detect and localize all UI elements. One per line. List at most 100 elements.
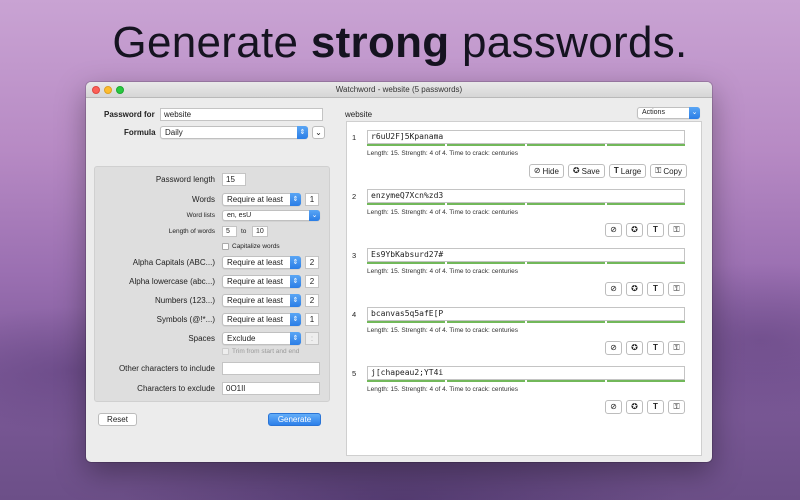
strength-text: Length: 15. Strength: 4 of 4. Time to cr… xyxy=(367,268,519,275)
key-copy-icon: ⚿ xyxy=(655,166,662,175)
symbols-select[interactable]: Require at least ⇕ xyxy=(222,313,301,326)
alpha-capitals-value: Require at least xyxy=(227,258,284,267)
word-lists-select[interactable]: en, esU ⌄ xyxy=(222,210,320,221)
save-button[interactable]: ✪ xyxy=(626,282,643,296)
chevron-updown-icon: ⇕ xyxy=(290,275,301,288)
hide-button[interactable]: ⊘ Hide xyxy=(528,164,564,178)
copy-button[interactable]: ⚿ xyxy=(668,223,685,237)
gear-badge-icon: ✪ xyxy=(572,166,580,175)
capitalize-words-label: Capitalize words xyxy=(232,243,280,250)
word-lists-label: Word lists xyxy=(186,212,215,219)
alpha-capitals-stepper[interactable]: 2 xyxy=(305,256,319,269)
window-controls xyxy=(92,86,124,94)
copy-button[interactable]: ⚿ xyxy=(668,341,685,355)
chevron-updown-icon: ⇕ xyxy=(290,294,301,307)
alpha-lowercase-label: Alpha lowercase (abc...) xyxy=(129,277,215,286)
save-button[interactable]: ✪ xyxy=(626,223,643,237)
hide-button[interactable]: ⊘ xyxy=(605,223,622,237)
large-button[interactable]: T xyxy=(647,341,664,355)
hide-button[interactable]: ⊘ xyxy=(605,400,622,414)
password-field[interactable]: bcanvas5q5afE[P xyxy=(367,307,685,321)
spaces-label: Spaces xyxy=(188,334,215,343)
password-field[interactable]: enzymeQ7Xcn%zd3 xyxy=(367,189,685,203)
words-count-stepper[interactable]: 1 xyxy=(305,193,319,206)
chevron-down-icon: ⌄ xyxy=(315,128,322,137)
password-for-input[interactable]: website xyxy=(160,108,323,121)
eye-slash-icon: ⊘ xyxy=(533,166,541,175)
actions-menu[interactable]: Actions ⌄ xyxy=(637,107,700,119)
formula-menu-button[interactable]: ⌄ xyxy=(312,126,325,139)
entry-actions: ⊘ ✪ T ⚿ xyxy=(605,400,685,414)
gear-badge-icon: ✪ xyxy=(631,402,638,411)
chevron-down-icon: ⌄ xyxy=(689,107,700,119)
password-field[interactable]: Es9YbKabsurd27# xyxy=(367,248,685,262)
formula-select[interactable]: Daily ⇕ xyxy=(160,126,308,139)
numbers-stepper[interactable]: 2 xyxy=(305,294,319,307)
hide-button[interactable]: ⊘ xyxy=(605,282,622,296)
password-length-input[interactable]: 15 xyxy=(222,173,246,186)
large-button[interactable]: T xyxy=(647,282,664,296)
password-entry: 2 enzymeQ7Xcn%zd3 Length: 15. Strength: … xyxy=(347,189,703,239)
save-button[interactable]: ✪ xyxy=(626,341,643,355)
alpha-lowercase-stepper[interactable]: 2 xyxy=(305,275,319,288)
save-button[interactable]: ✪ xyxy=(626,400,643,414)
words-mode-select[interactable]: Require at least ⇕ xyxy=(222,193,301,206)
entry-actions: ⊘ Hide ✪ Save T Large ⚿ Copy xyxy=(528,164,687,178)
minimize-window-button[interactable] xyxy=(104,86,112,94)
password-field[interactable]: j[chapeau2;YT4i xyxy=(367,366,685,380)
large-button[interactable]: T xyxy=(647,400,664,414)
strength-meter xyxy=(367,203,685,205)
generate-button[interactable]: Generate xyxy=(268,413,321,426)
symbols-value: Require at least xyxy=(227,315,284,324)
large-button[interactable]: T Large xyxy=(608,164,647,178)
entry-number: 4 xyxy=(352,310,357,319)
key-copy-icon: ⚿ xyxy=(673,343,680,352)
spaces-select[interactable]: Exclude ⇕ xyxy=(222,332,301,345)
alpha-lowercase-select[interactable]: Require at least ⇕ xyxy=(222,275,301,288)
app-window: Watchword - website (5 passwords) Passwo… xyxy=(86,82,712,462)
numbers-value: Require at least xyxy=(227,296,284,305)
words-label: Words xyxy=(192,195,215,204)
word-length-min-input[interactable]: 5 xyxy=(222,226,237,237)
hide-button-label: Hide xyxy=(542,166,559,176)
text-large-icon: T xyxy=(653,225,658,234)
reset-button[interactable]: Reset xyxy=(98,413,137,426)
password-field[interactable]: r6uU2F]5Kpanama xyxy=(367,130,685,144)
spaces-value: Exclude xyxy=(227,334,256,343)
eye-slash-icon: ⊘ xyxy=(610,225,617,234)
text-large-icon: T xyxy=(653,343,658,352)
other-characters-label: Other characters to include xyxy=(118,364,215,373)
entry-number: 1 xyxy=(352,133,357,142)
entry-number: 2 xyxy=(352,192,357,201)
save-button[interactable]: ✪ Save xyxy=(567,164,605,178)
symbols-stepper[interactable]: 1 xyxy=(305,313,319,326)
copy-button[interactable]: ⚿ xyxy=(668,282,685,296)
chevron-updown-icon: ⇕ xyxy=(290,313,301,326)
trim-checkbox[interactable] xyxy=(222,348,229,355)
capitalize-words-checkbox[interactable] xyxy=(222,243,229,250)
alpha-capitals-select[interactable]: Require at least ⇕ xyxy=(222,256,301,269)
title-bar: Watchword - website (5 passwords) xyxy=(86,82,712,98)
headline: Generate strong passwords. xyxy=(0,18,800,68)
exclude-characters-input[interactable]: 0O1Il xyxy=(222,382,320,395)
entry-actions: ⊘ ✪ T ⚿ xyxy=(605,282,685,296)
copy-button-label: Copy xyxy=(663,166,682,176)
password-list: 1 r6uU2F]5Kpanama Length: 15. Strength: … xyxy=(346,121,702,456)
word-length-max-input[interactable]: 10 xyxy=(252,226,268,237)
password-entry: 3 Es9YbKabsurd27# Length: 15. Strength: … xyxy=(347,248,703,298)
gear-badge-icon: ✪ xyxy=(631,225,638,234)
numbers-select[interactable]: Require at least ⇕ xyxy=(222,294,301,307)
zoom-window-button[interactable] xyxy=(116,86,124,94)
chevron-updown-icon: ⇕ xyxy=(290,256,301,269)
close-window-button[interactable] xyxy=(92,86,100,94)
other-characters-input[interactable] xyxy=(222,362,320,375)
symbols-label: Symbols (@!*...) xyxy=(156,315,215,324)
large-button[interactable]: T xyxy=(647,223,664,237)
entry-actions: ⊘ ✪ T ⚿ xyxy=(605,223,685,237)
hide-button[interactable]: ⊘ xyxy=(605,341,622,355)
settings-pane: Password for website Formula Daily ⇕ ⌄ P… xyxy=(92,104,330,456)
copy-button[interactable]: ⚿ Copy xyxy=(650,164,687,178)
copy-button[interactable]: ⚿ xyxy=(668,400,685,414)
save-button-label: Save xyxy=(581,166,600,176)
word-lists-value: en, esU xyxy=(227,212,252,219)
